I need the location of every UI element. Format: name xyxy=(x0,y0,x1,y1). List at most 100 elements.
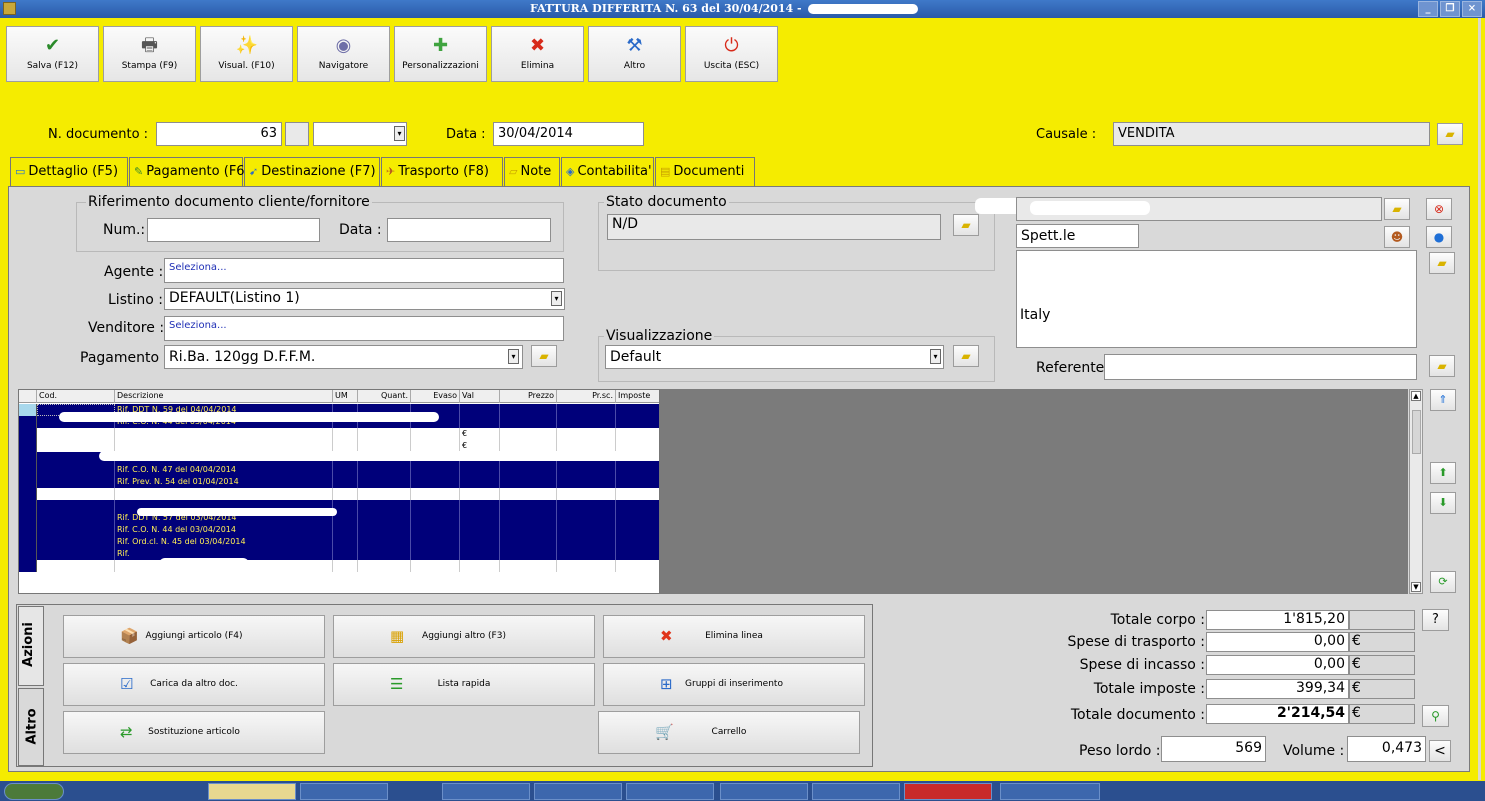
taskbar-item[interactable] xyxy=(300,783,388,800)
row-selector[interactable] xyxy=(19,404,37,416)
aggiungi-altro-f-button[interactable]: ▦ Aggiungi altro (F3) xyxy=(333,615,595,658)
column-header[interactable]: Cod. xyxy=(37,390,115,403)
sostituzione-articolo-button[interactable]: ⇄ Sostituzione articolo xyxy=(63,711,325,754)
spese-trasporto-value[interactable]: 0,00 xyxy=(1206,632,1349,652)
table-row[interactable] xyxy=(19,560,659,572)
spese-incasso-value[interactable]: 0,00 xyxy=(1206,655,1349,675)
doc-suffix-field[interactable] xyxy=(285,122,309,146)
taskbar-item[interactable] xyxy=(534,783,622,800)
tab-note[interactable]: ▱ Note xyxy=(504,157,560,186)
row-selector[interactable] xyxy=(19,488,37,500)
venditore-field[interactable]: Seleziona... xyxy=(164,316,564,341)
row-selector[interactable] xyxy=(19,476,37,488)
agente-field[interactable]: Seleziona... xyxy=(164,258,564,283)
move-top-icon[interactable]: ⇑ xyxy=(1430,389,1456,411)
chevron-down-icon[interactable]: ▾ xyxy=(508,349,519,364)
table-row[interactable] xyxy=(19,488,659,500)
taskbar-item[interactable] xyxy=(904,783,992,800)
altro-button[interactable]: ⚒ Altro xyxy=(588,26,681,82)
scroll-thumb[interactable] xyxy=(1412,410,1421,454)
salva-button[interactable]: ✔ Salva (F12) xyxy=(6,26,99,82)
refresh-icon[interactable]: ⟳ xyxy=(1430,571,1456,593)
peso-lordo-value[interactable]: 569 xyxy=(1161,736,1266,762)
user-icon[interactable]: ☻ xyxy=(1384,226,1410,248)
folder-icon[interactable]: ▰ xyxy=(1429,252,1455,274)
column-header[interactable]: Pr.sc. xyxy=(557,390,616,403)
stampa-button[interactable]: 🖶 Stampa (F9) xyxy=(103,26,196,82)
taskbar-item[interactable] xyxy=(208,783,296,800)
taskbar-item[interactable] xyxy=(812,783,900,800)
help-button[interactable]: ? xyxy=(1422,609,1449,631)
tab-dettaglio[interactable]: ▭ Dettaglio (F5) xyxy=(10,157,128,187)
row-selector[interactable] xyxy=(19,512,37,524)
table-row[interactable]: Rif. DDT N. 57 del 03/04/2014 xyxy=(19,512,659,524)
visualizzazione-select[interactable]: Default xyxy=(605,345,944,369)
elimina-linea-button[interactable]: ✖ Elimina linea xyxy=(603,615,865,658)
minimize-button[interactable]: _ xyxy=(1418,1,1438,17)
row-selector[interactable] xyxy=(19,440,37,452)
row-selector[interactable] xyxy=(19,452,37,464)
row-selector[interactable] xyxy=(19,500,37,512)
column-header[interactable]: Quant. xyxy=(358,390,411,403)
carica-da-altro-doc-button[interactable]: ☑ Carica da altro doc. xyxy=(63,663,325,706)
move-down-icon[interactable]: ⬇ xyxy=(1430,492,1456,514)
visual-button[interactable]: ✨ Visual. (F10) xyxy=(200,26,293,82)
start-button[interactable] xyxy=(4,783,64,800)
scroll-down-icon[interactable]: ▼ xyxy=(1411,582,1421,592)
delete-icon[interactable]: ⊗ xyxy=(1426,198,1452,220)
navigatore-button[interactable]: ◉ Navigatore xyxy=(297,26,390,82)
aggiungi-articolo-f-button[interactable]: 📦 Aggiungi articolo (F4) xyxy=(63,615,325,658)
salutation-field[interactable]: Spett.le xyxy=(1016,224,1139,248)
uscita-button[interactable]: ⏻ Uscita (ESC) xyxy=(685,26,778,82)
tab-altro[interactable]: Altro xyxy=(18,688,44,766)
grid-scrollbar[interactable]: ▲ ▼ xyxy=(1409,389,1423,594)
listino-select[interactable]: DEFAULT(Listino 1) xyxy=(164,288,565,310)
date-field[interactable]: 30/04/2014 xyxy=(493,122,644,146)
lista-rapida-button[interactable]: ☰ Lista rapida xyxy=(333,663,595,706)
row-selector[interactable] xyxy=(19,536,37,548)
folder-icon[interactable]: ▰ xyxy=(1429,355,1455,377)
column-header[interactable]: UM xyxy=(333,390,358,403)
causale-field[interactable]: VENDITA xyxy=(1113,122,1430,146)
column-header[interactable]: Imposte xyxy=(616,390,659,403)
rif-data-field[interactable] xyxy=(387,218,551,242)
folder-icon[interactable]: ▰ xyxy=(1384,198,1410,220)
column-header[interactable]: Prezzo xyxy=(500,390,557,403)
folder-icon[interactable]: ▰ xyxy=(953,214,979,236)
collapse-button[interactable]: < xyxy=(1429,740,1451,762)
row-selector[interactable] xyxy=(19,416,37,428)
taskbar-item[interactable] xyxy=(626,783,714,800)
tab-destinazione[interactable]: ➹ Destinazione (F7) xyxy=(244,157,380,186)
row-selector[interactable] xyxy=(19,560,37,572)
row-selector[interactable] xyxy=(19,548,37,560)
pagamento-select[interactable]: Ri.Ba. 120gg D.F.F.M. xyxy=(164,345,523,369)
personalizzazioni-button[interactable]: ✚ Personalizzazioni xyxy=(394,26,487,82)
magnifier-icon[interactable]: ⚲ xyxy=(1422,705,1449,727)
chevron-down-icon[interactable]: ▾ xyxy=(551,291,562,306)
folder-icon[interactable]: ▰ xyxy=(1437,123,1463,145)
table-row[interactable]: Rif. xyxy=(19,548,659,560)
tab-trasporto[interactable]: ✈ Trasporto (F8) xyxy=(381,157,503,186)
address-box[interactable]: Italy xyxy=(1016,250,1417,348)
folder-icon[interactable]: ▰ xyxy=(953,345,979,367)
tab-documenti[interactable]: ▤ Documenti xyxy=(655,157,755,186)
table-row[interactable]: Rif. C.O. N. 44 del 03/04/2014 xyxy=(19,524,659,536)
row-selector[interactable] xyxy=(19,524,37,536)
taskbar-item[interactable] xyxy=(1000,783,1100,800)
document-lines-grid[interactable]: Cod. Descrizione UM Quant. Evaso Val Prezzo Pr.… xyxy=(18,389,660,594)
volume-value[interactable]: 0,473 xyxy=(1347,736,1426,762)
carrello-button[interactable]: 🛒 Carrello xyxy=(598,711,860,754)
tab-azioni[interactable]: Azioni xyxy=(18,606,44,686)
taskbar-item[interactable] xyxy=(720,783,808,800)
table-row[interactable]: Rif. Prev. N. 54 del 01/04/2014 xyxy=(19,476,659,488)
elimina-button[interactable]: ✖ Elimina xyxy=(491,26,584,82)
tab-contabilita[interactable]: ◈ Contabilita' xyxy=(561,157,654,186)
row-selector[interactable] xyxy=(19,428,37,440)
column-header[interactable]: Val xyxy=(460,390,500,403)
rif-num-field[interactable] xyxy=(147,218,320,242)
table-row[interactable]: Rif. C.O. N. 47 del 04/04/2014 xyxy=(19,464,659,476)
chevron-down-icon[interactable]: ▾ xyxy=(930,349,941,364)
tab-pagamento[interactable]: ✎ Pagamento (F6) xyxy=(129,157,250,186)
close-window-button[interactable]: × xyxy=(1462,1,1482,17)
doc-number-field[interactable]: 63 xyxy=(156,122,282,146)
